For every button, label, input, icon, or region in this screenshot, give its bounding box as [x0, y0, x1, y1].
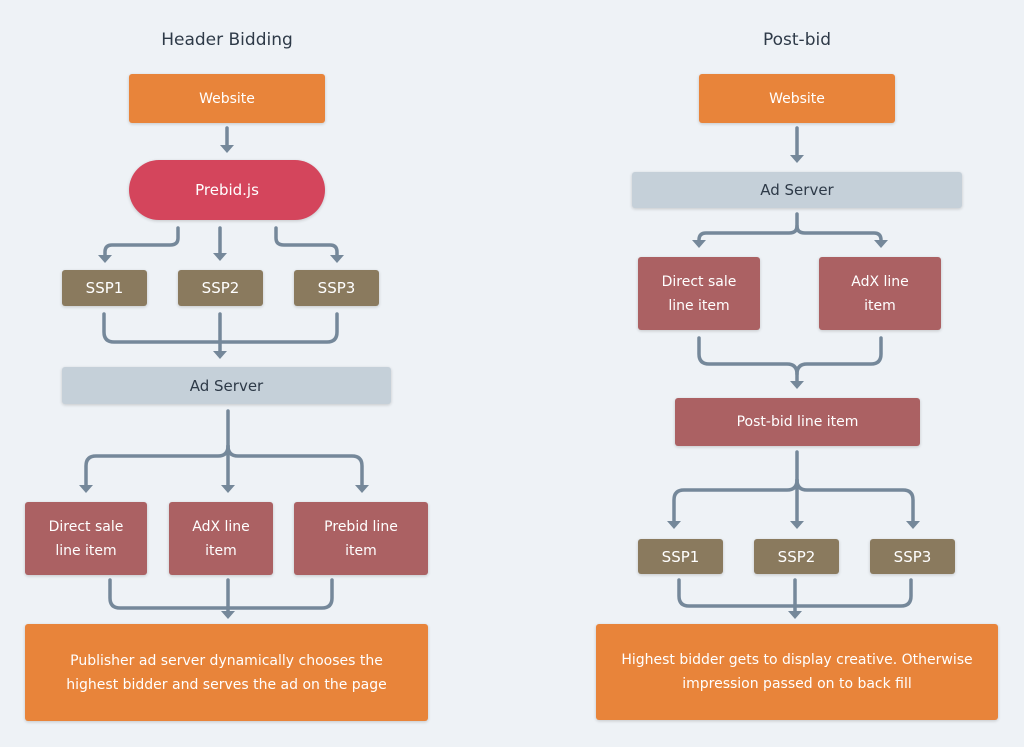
- pb-ssp1-box: SSP1: [638, 539, 723, 574]
- hb-direct-sale-box: Direct sale line item: [25, 502, 147, 575]
- arrow-adserver-to-lineitems: [79, 409, 369, 493]
- pb-ad-server-box: Ad Server: [632, 172, 962, 208]
- arrow-lineitems-to-result: [108, 578, 334, 619]
- arrow-website-to-prebid: [220, 126, 234, 153]
- hb-result-box: Publisher ad server dynamically chooses …: [25, 624, 428, 721]
- hb-ssp2-box: SSP2: [178, 270, 263, 306]
- header-bidding-title: Header Bidding: [161, 30, 293, 50]
- post-bid-title: Post-bid: [762, 30, 831, 50]
- hb-website-box: Website: [129, 74, 325, 123]
- arrow-postbid-website-to-adserver: [790, 126, 804, 163]
- hb-ssp3-box: SSP3: [294, 270, 379, 306]
- hb-ssp1-box: SSP1: [62, 270, 147, 306]
- arrow-postbid-to-ssps: [667, 450, 920, 529]
- pb-post-bid-line-item-box: Post-bid line item: [675, 398, 920, 446]
- pb-result-box: Highest bidder gets to display creative.…: [596, 624, 998, 720]
- arrow-ssps-to-adserver: [102, 312, 339, 359]
- arrow-postbid-adserver-to-lineitems: [692, 212, 888, 248]
- pb-website-box: Website: [699, 74, 895, 123]
- pb-ssp2-box: SSP2: [754, 539, 839, 574]
- hb-ad-server-box: Ad Server: [62, 367, 391, 404]
- pb-adx-box: AdX line item: [819, 257, 941, 330]
- hb-adx-box: AdX line item: [169, 502, 273, 575]
- arrow-postbid-ssps-to-result: [677, 578, 913, 619]
- hb-prebid-line-item-box: Prebid line item: [294, 502, 428, 575]
- pb-direct-sale-box: Direct sale line item: [638, 257, 760, 330]
- hb-prebid-box: Prebid.js: [129, 160, 325, 220]
- pb-ssp3-box: SSP3: [870, 539, 955, 574]
- arrow-postbid-lineitems-to-postbidlineitem: [697, 336, 883, 389]
- arrow-prebid-to-ssps: [98, 226, 344, 263]
